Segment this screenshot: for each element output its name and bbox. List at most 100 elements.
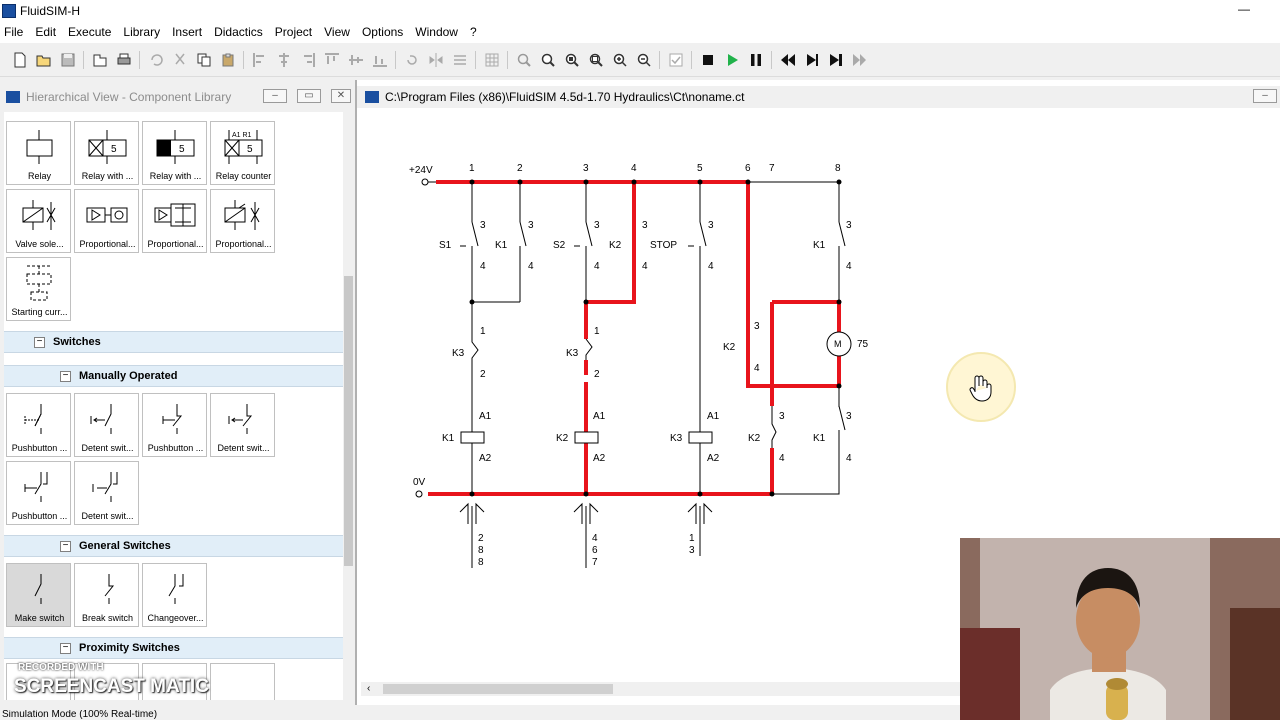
menu-view[interactable]: View: [318, 22, 356, 43]
collapse-icon[interactable]: −: [60, 370, 71, 382]
category-proximity-switches[interactable]: − Proximity Switches: [4, 637, 343, 659]
make-switch-icon: [34, 574, 42, 604]
component-pushbutton-make[interactable]: Pushbutton ...: [6, 393, 71, 457]
svg-text:5: 5: [247, 144, 253, 155]
component-proportional-1[interactable]: Proportional...: [74, 189, 139, 253]
zoom-window-icon[interactable]: [539, 51, 557, 69]
contact-table-value: 7: [592, 557, 598, 568]
component-proportional-3[interactable]: Proportional...: [210, 189, 275, 253]
zoom-fit-icon[interactable]: [563, 51, 581, 69]
collapse-icon[interactable]: −: [34, 336, 45, 348]
component-detent-break[interactable]: Detent swit...: [210, 393, 275, 457]
scrollbar-thumb[interactable]: [383, 684, 613, 694]
open-folder-icon[interactable]: [35, 51, 53, 69]
reset-icon[interactable]: [779, 51, 797, 69]
pushbutton-break-icon: [162, 404, 183, 434]
zoom-in-icon[interactable]: [611, 51, 629, 69]
library-close-button[interactable]: ✕: [331, 89, 351, 103]
rotate-left-icon[interactable]: [403, 51, 421, 69]
component-relay-delay[interactable]: 5 Relay with ...: [74, 121, 139, 185]
component-detent-changeover[interactable]: Detent swit...: [74, 461, 139, 525]
component-starting-current[interactable]: Starting curr...: [6, 257, 71, 321]
minimize-button[interactable]: —: [1236, 2, 1252, 18]
mirror-icon[interactable]: [427, 51, 445, 69]
save-icon[interactable]: [59, 51, 77, 69]
simulate-to-end-icon[interactable]: [851, 51, 869, 69]
switch-label-stop: STOP: [650, 240, 677, 251]
component-changeover-switch[interactable]: Changeover...: [142, 563, 207, 627]
terminal-a2: A2: [479, 453, 492, 464]
terminal-4: 4: [480, 261, 486, 272]
component-pushbutton-break[interactable]: Pushbutton ...: [142, 393, 207, 457]
step-forward-icon[interactable]: [827, 51, 845, 69]
menu-file[interactable]: File: [0, 22, 29, 43]
menu-insert[interactable]: Insert: [166, 22, 208, 43]
menu-library[interactable]: Library: [117, 22, 166, 43]
align-top-icon[interactable]: [323, 51, 341, 69]
component-detent-make[interactable]: Detent swit...: [74, 393, 139, 457]
category-manually-operated[interactable]: − Manually Operated: [4, 365, 343, 387]
festo-logo: [6, 91, 20, 103]
component-proportional-2[interactable]: Proportional...: [142, 189, 207, 253]
grid-icon[interactable]: [483, 51, 501, 69]
terminal-4: 4: [846, 453, 852, 464]
component-label: Pushbutton ...: [147, 443, 204, 453]
copy-icon[interactable]: [195, 51, 213, 69]
group-icon[interactable]: [451, 51, 469, 69]
scrollbar-thumb[interactable]: [344, 276, 353, 566]
align-left-icon[interactable]: [251, 51, 269, 69]
component-make-switch[interactable]: Make switch: [6, 563, 71, 627]
app-icon: [2, 4, 16, 18]
menu-didactics[interactable]: Didactics: [208, 22, 269, 43]
menu-edit[interactable]: Edit: [29, 22, 62, 43]
print-icon[interactable]: [115, 51, 133, 69]
menu-window[interactable]: Window: [409, 22, 464, 43]
single-step-icon[interactable]: [803, 51, 821, 69]
align-bottom-icon[interactable]: [371, 51, 389, 69]
menu-execute[interactable]: Execute: [62, 22, 117, 43]
app-title: FluidSIM-H: [20, 4, 81, 18]
menu-options[interactable]: Options: [356, 22, 409, 43]
component-relay-counter[interactable]: 5 A1 R1 Relay counter: [210, 121, 275, 185]
contact-table-value: 6: [592, 545, 598, 556]
cut-icon[interactable]: [171, 51, 189, 69]
scroll-left-icon[interactable]: ‹: [367, 682, 370, 696]
open-project-icon[interactable]: [91, 51, 109, 69]
component-pushbutton-changeover[interactable]: Pushbutton ...: [6, 461, 71, 525]
component-break-switch[interactable]: Break switch: [74, 563, 139, 627]
zoom-out-icon[interactable]: [635, 51, 653, 69]
undo-icon[interactable]: [147, 51, 165, 69]
svg-text:5: 5: [179, 144, 185, 155]
terminal-a1: A1: [593, 411, 606, 422]
component-relay-delay-off[interactable]: 5 Relay with ...: [142, 121, 207, 185]
column-number: 2: [517, 163, 523, 174]
library-scrollbar[interactable]: [343, 112, 354, 700]
circuit-horizontal-scrollbar[interactable]: ‹: [361, 682, 961, 696]
collapse-icon[interactable]: −: [60, 540, 71, 552]
align-center-icon[interactable]: [275, 51, 293, 69]
align-middle-icon[interactable]: [347, 51, 365, 69]
pause-icon[interactable]: [747, 51, 765, 69]
align-right-icon[interactable]: [299, 51, 317, 69]
category-general-switches[interactable]: − General Switches: [4, 535, 343, 557]
library-minimize-button[interactable]: –: [263, 89, 287, 103]
menu-help[interactable]: ?: [464, 22, 483, 43]
zoom-page-icon[interactable]: [587, 51, 605, 69]
play-icon[interactable]: [723, 51, 741, 69]
check-drawing-icon[interactable]: [667, 51, 685, 69]
component-valve-solenoid[interactable]: Valve sole...: [6, 189, 71, 253]
contact-label-k1: K1: [495, 240, 508, 251]
paste-icon[interactable]: [219, 51, 237, 69]
component-relay[interactable]: Relay: [6, 121, 71, 185]
collapse-icon[interactable]: −: [60, 642, 71, 654]
new-file-icon[interactable]: [11, 51, 29, 69]
component-label: Relay with ...: [81, 171, 134, 181]
category-switches[interactable]: − Switches: [4, 331, 343, 353]
stop-icon[interactable]: [699, 51, 717, 69]
circuit-minimize-button[interactable]: –: [1253, 89, 1277, 103]
zoom-icon[interactable]: [515, 51, 533, 69]
library-maximize-button[interactable]: ▭: [297, 89, 321, 103]
contact-label-k2: K2: [609, 240, 622, 251]
component-label: Relay counter: [215, 171, 272, 181]
menu-project[interactable]: Project: [269, 22, 318, 43]
